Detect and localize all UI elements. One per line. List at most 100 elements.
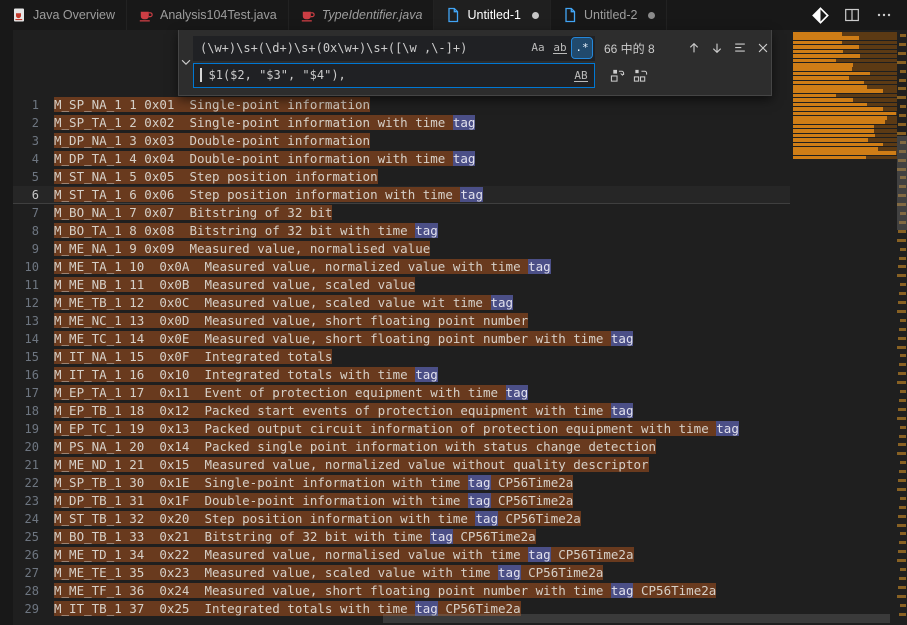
- modified-dot-icon[interactable]: [648, 11, 656, 19]
- find-match-highlight: M_SP_TA_1 2 0x02 Single-point informatio…: [54, 115, 476, 130]
- find-match-highlight: M_IT_TA_1 16 0x10 Integrated totals with…: [54, 367, 438, 382]
- horizontal-scrollbar-thumb[interactable]: [383, 614, 890, 623]
- line-number: 13: [24, 314, 39, 328]
- tab-untitled-2[interactable]: Untitled-2: [551, 0, 668, 30]
- code-line[interactable]: 16 M_IT_TA_1 16 0x10 Integrated totals wi…: [13, 366, 790, 384]
- code-line[interactable]: 12 M_ME_TB_1 12 0x0C Measured value, scal…: [13, 294, 790, 312]
- code-line[interactable]: 27 M_ME_TE_1 35 0x23 Measured value, scal…: [13, 564, 790, 582]
- ruler-match-mark: [900, 390, 906, 393]
- tab-label: Untitled-1: [467, 8, 521, 22]
- tab-analysis104test-java[interactable]: Analysis104Test.java: [127, 0, 289, 30]
- line-number: 1: [31, 98, 39, 112]
- editor-pane[interactable]: 1 M_SP_NA_1 1 0x01 Single-point informati…: [0, 30, 907, 625]
- code-line[interactable]: 25 M_BO_TB_1 33 0x21 Bitstring of 32 bit …: [13, 528, 790, 546]
- code-line[interactable]: 19 M_EP_TC_1 19 0x13 Packed output circui…: [13, 420, 790, 438]
- ruler-match-mark: [900, 568, 906, 571]
- code-line[interactable]: 21 M_ME_ND_1 21 0x15 Measured value, norm…: [13, 456, 790, 474]
- code-line[interactable]: 18 M_EP_TB_1 18 0x12 Packed start events …: [13, 402, 790, 420]
- replace-all-icon[interactable]: [629, 64, 651, 86]
- code-line[interactable]: 26 M_ME_TD_1 34 0x22 Measured value, norm…: [13, 546, 790, 564]
- ruler-match-mark: [899, 78, 906, 82]
- replace-one-icon[interactable]: [606, 64, 628, 86]
- split-editor-icon[interactable]: [839, 3, 865, 27]
- minimap-line: [793, 71, 897, 76]
- find-match-highlight: M_ME_TC_1 14 0x0E Measured value, short …: [54, 331, 634, 346]
- search-input[interactable]: (\w+)\s+(\d+)\s+(0x\w+)\s+([\w ,\-]+) Aa…: [193, 35, 595, 61]
- find-match-highlight: M_ME_TD_1 34 0x22 Measured value, normal…: [54, 547, 634, 562]
- overview-ruler[interactable]: [897, 30, 907, 625]
- code-line[interactable]: 4 M_DP_TA_1 4 0x04 Double-point informati…: [13, 150, 790, 168]
- line-number: 16: [24, 368, 39, 382]
- tab-label: Analysis104Test.java: [159, 8, 277, 22]
- untitled-file-icon: [445, 7, 461, 23]
- code-line[interactable]: 10 M_ME_TA_1 10 0x0A Measured value, norm…: [13, 258, 790, 276]
- line-number: 22: [24, 476, 39, 490]
- ruler-match-mark: [899, 541, 906, 545]
- line-number: 28: [24, 584, 39, 598]
- ruler-match-mark: [898, 585, 906, 589]
- code-line[interactable]: 22 M_SP_TB_1 30 0x1E Single-point informa…: [13, 474, 790, 492]
- code-line[interactable]: 24 M_ST_TB_1 32 0x20 Step position inform…: [13, 510, 790, 528]
- tab-bar-tabs: Java Overview Analysis104Test.java TypeIde…: [0, 0, 668, 30]
- code-line[interactable]: 1 M_SP_NA_1 1 0x01 Single-point informati…: [13, 96, 790, 114]
- code-line[interactable]: 5 M_ST_NA_1 5 0x05 Step position informat…: [13, 168, 790, 186]
- find-match-highlight: M_ME_TE_1 35 0x23 Measured value, scaled…: [54, 565, 604, 580]
- regex-button[interactable]: .*: [571, 36, 593, 59]
- ruler-match-mark: [900, 496, 906, 500]
- find-match-highlight: M_BO_TA_1 8 0x08 Bitstring of 32 bit wit…: [54, 223, 438, 238]
- minimap-line: [793, 89, 897, 94]
- code-line[interactable]: 15 M_IT_NA_1 15 0x0F Integrated totals: [13, 348, 790, 366]
- vertical-scrollbar-thumb[interactable]: [897, 136, 907, 230]
- editor-left-margin: [0, 30, 13, 625]
- more-actions-icon[interactable]: [871, 3, 897, 27]
- tab-bar: Java Overview Analysis104Test.java TypeIde…: [0, 0, 907, 30]
- previous-match-icon[interactable]: [683, 37, 705, 59]
- code-line[interactable]: 9 M_ME_NA_1 9 0x09 Measured value, normal…: [13, 240, 790, 258]
- ruler-match-mark: [899, 612, 906, 616]
- toggle-replace-chevron-icon[interactable]: [179, 34, 193, 89]
- selection-highlight: tag: [505, 385, 529, 400]
- whole-word-button[interactable]: ab: [550, 38, 570, 58]
- code-line[interactable]: 13 M_ME_NC_1 13 0x0D Measured value, shor…: [13, 312, 790, 330]
- ruler-match-mark: [900, 34, 906, 37]
- minimap-line: [793, 115, 897, 120]
- ruler-match-mark: [898, 443, 906, 447]
- minimap-line: [793, 111, 897, 116]
- preserve-case-button[interactable]: AB: [571, 66, 591, 86]
- match-case-button[interactable]: Aa: [528, 38, 548, 58]
- code-line[interactable]: 8 M_BO_TA_1 8 0x08 Bitstring of 32 bit wi…: [13, 222, 790, 240]
- code-line[interactable]: 11 M_ME_NB_1 11 0x0B Measured value, scal…: [13, 276, 790, 294]
- ruler-match-mark: [898, 87, 906, 91]
- code-line[interactable]: 14 M_ME_TC_1 14 0x0E Measured value, shor…: [13, 330, 790, 348]
- java-file-icon: [138, 7, 154, 23]
- search-value: (\w+)\s+(\d+)\s+(0x\w+)\s+([\w ,\-]+): [200, 41, 468, 55]
- find-match-highlight: M_BO_TB_1 33 0x21 Bitstring of 32 bit wi…: [54, 529, 536, 544]
- code-line[interactable]: 20 M_PS_NA_1 20 0x14 Packed single point …: [13, 438, 790, 456]
- code-line[interactable]: 6 M_ST_TA_1 6 0x06 Step position informat…: [13, 186, 790, 204]
- code-line[interactable]: 2 M_SP_TA_1 2 0x02 Single-point informati…: [13, 114, 790, 132]
- tab-untitled-1[interactable]: Untitled-1: [434, 0, 551, 30]
- modified-dot-icon[interactable]: [531, 11, 539, 19]
- selection-highlight: tag: [610, 583, 634, 598]
- code-line[interactable]: 3 M_DP_NA_1 3 0x03 Double-point informati…: [13, 132, 790, 150]
- tab-typeidentifier-java[interactable]: TypeIdentifier.java: [289, 0, 435, 30]
- code-line[interactable]: 17 M_EP_TA_1 17 0x11 Event of protection …: [13, 384, 790, 402]
- split-diamond-icon[interactable]: [807, 3, 833, 27]
- close-icon[interactable]: [752, 37, 774, 59]
- code-line[interactable]: 28 M_ME_TF_1 36 0x24 Measured value, shor…: [13, 582, 790, 600]
- ruler-match-mark: [899, 42, 906, 46]
- minimap[interactable]: [793, 32, 897, 162]
- replace-input[interactable]: $1($2, "$3", "$4"), AB: [193, 62, 595, 88]
- ruler-match-mark: [900, 105, 906, 109]
- code-line[interactable]: 23 M_DP_TB_1 31 0x1F Double-point informa…: [13, 492, 790, 510]
- code-line[interactable]: 7 M_BO_NA_1 7 0x07 Bitstring of 32 bit: [13, 204, 790, 222]
- line-number: 8: [31, 224, 39, 238]
- ruler-match-mark: [897, 381, 906, 385]
- java-overview-icon: [11, 7, 27, 23]
- find-match-highlight: M_ME_ND_1 21 0x15 Measured value, normal…: [54, 457, 649, 472]
- tab-java-overview[interactable]: Java Overview: [0, 0, 127, 30]
- next-match-icon[interactable]: [706, 37, 728, 59]
- find-in-selection-icon[interactable]: [729, 37, 751, 59]
- code-area[interactable]: 1 M_SP_NA_1 1 0x01 Single-point informati…: [13, 96, 790, 618]
- ruler-match-mark: [899, 256, 906, 260]
